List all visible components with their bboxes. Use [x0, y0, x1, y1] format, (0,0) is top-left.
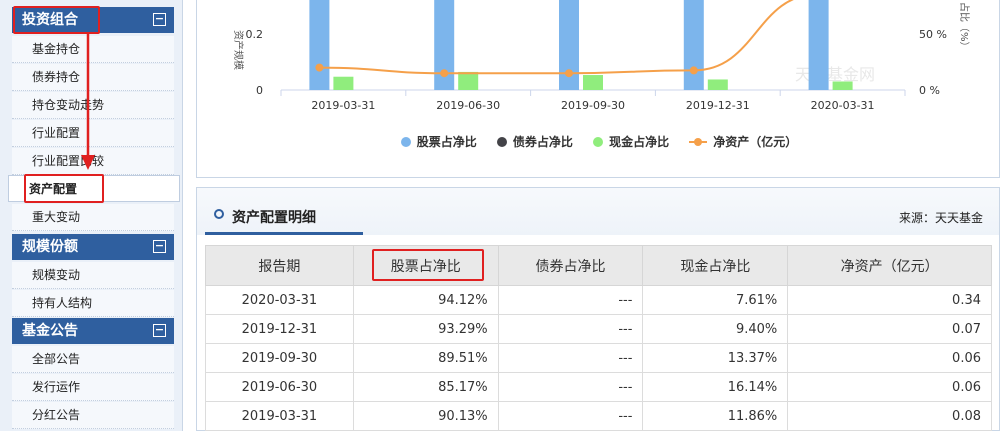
cell-report-date: 2019-06-30 — [205, 372, 354, 402]
left-tick-label: 0 — [256, 84, 263, 97]
table-row: 2019-09-30 89.51% --- 13.37% 0.06 — [205, 343, 992, 373]
legend-label: 现金占净比 — [609, 135, 670, 149]
panel-title: 资产配置明细 — [232, 210, 316, 226]
cell-net-assets: 0.06 — [787, 372, 992, 402]
bar-cash — [333, 76, 354, 90]
cell-report-date: 2019-12-31 — [205, 314, 354, 344]
x-tick-label: 2019-09-30 — [561, 99, 625, 112]
legend-dot-icon — [593, 137, 604, 147]
asset-allocation-detail-panel: 资产配置明细 来源：天天基金 报告期 股票占净比 债券占净比 现金占净比 净资产… — [196, 187, 1000, 431]
cell-cash-ratio: 9.40% — [642, 314, 789, 344]
legend-item-cash[interactable]: 现金占净比 — [593, 133, 669, 150]
table-row: 2019-06-30 85.17% --- 16.14% 0.06 — [205, 372, 992, 402]
annotation-box-stock-ratio — [372, 249, 484, 281]
legend-label: 净资产（亿元） — [713, 135, 798, 149]
cell-cash-ratio: 13.37% — [642, 343, 789, 373]
cell-stock-ratio: 93.29% — [352, 314, 499, 344]
source-label: 来源：天天基金 — [898, 211, 983, 225]
cell-report-date: 2020-03-31 — [205, 285, 354, 315]
cell-bond-ratio: --- — [497, 314, 644, 344]
cell-net-assets: 0.06 — [787, 343, 992, 373]
legend-line-icon — [689, 138, 708, 146]
left-tick-label: 0.2 — [246, 28, 264, 41]
chart-watermark: 天天基金网 — [795, 66, 875, 84]
column-header-cash-ratio[interactable]: 现金占净比 — [642, 245, 789, 286]
x-tick-label: 2019-03-31 — [311, 99, 375, 112]
asset-allocation-chart: 天天基金网 资产规模 占比（%） 0 0.2 0 % 50 % 2019-03-31 2019-… — [232, 0, 971, 112]
legend-item-bond[interactable]: 债券占净比 — [496, 133, 573, 150]
left-axis-title: 资产规模 — [232, 30, 245, 70]
cell-net-assets: 0.34 — [787, 285, 992, 315]
cell-cash-ratio: 16.14% — [642, 372, 789, 402]
cell-bond-ratio: --- — [497, 401, 644, 431]
table-row: 2019-12-31 93.29% --- 9.40% 0.07 — [205, 314, 992, 344]
table-row: 2019-03-31 90.13% --- 11.86% 0.08 — [205, 401, 992, 431]
chart-panel: 天天基金网 资产规模 占比（%） 0 0.2 0 % 50 % 2019-03-31 2019-… — [196, 0, 1000, 178]
x-tick-label: 2020-03-31 — [811, 99, 875, 112]
cell-net-assets: 0.07 — [787, 314, 992, 344]
legend-dot-icon — [400, 137, 411, 147]
cell-net-assets: 0.08 — [787, 401, 992, 431]
asset-allocation-table: 报告期 股票占净比 债券占净比 现金占净比 净资产（亿元） 2020-03-31… — [205, 245, 992, 431]
chart-legend: 股票占净比 债券占净比 现金占净比 净资产（亿元） — [197, 133, 1000, 150]
point-net-assets — [315, 63, 324, 72]
cell-bond-ratio: --- — [497, 285, 644, 315]
cell-stock-ratio: 90.13% — [352, 401, 499, 431]
bar-cash — [832, 81, 853, 90]
cell-cash-ratio: 11.86% — [642, 401, 789, 431]
point-net-assets — [689, 66, 698, 75]
column-header-report-date[interactable]: 报告期 — [205, 245, 354, 286]
bar-stock — [808, 0, 829, 90]
right-tick-label: 50 % — [919, 28, 947, 41]
legend-item-stock[interactable]: 股票占净比 — [400, 133, 477, 150]
bar-stock — [683, 0, 704, 90]
cell-report-date: 2019-03-31 — [205, 401, 354, 431]
cell-cash-ratio: 7.61% — [642, 285, 789, 315]
cell-report-date: 2019-09-30 — [205, 343, 354, 373]
cell-bond-ratio: --- — [497, 343, 644, 373]
bar-cash — [458, 71, 479, 90]
title-underline — [205, 232, 363, 235]
cell-stock-ratio: 89.51% — [352, 343, 499, 373]
annotation-arrow — [81, 34, 95, 170]
bar-stock — [309, 0, 330, 90]
cell-bond-ratio: --- — [497, 372, 644, 402]
right-tick-label: 0 % — [919, 84, 940, 97]
legend-item-net-assets[interactable]: 净资产（亿元） — [689, 133, 797, 150]
legend-label: 股票占净比 — [416, 135, 477, 149]
cell-stock-ratio: 94.12% — [352, 285, 499, 315]
point-net-assets — [565, 69, 573, 78]
bar-cash — [583, 75, 603, 90]
x-tick-label: 2019-06-30 — [436, 99, 500, 112]
legend-dot-icon — [496, 137, 507, 147]
point-net-assets — [440, 69, 449, 78]
cell-stock-ratio: 85.17% — [352, 372, 499, 402]
column-header-bond-ratio[interactable]: 债券占净比 — [497, 245, 644, 286]
table-header-row: 报告期 股票占净比 债券占净比 现金占净比 净资产（亿元） — [205, 245, 992, 286]
title-ring-icon — [214, 209, 224, 219]
table-row: 2020-03-31 94.12% --- 7.61% 0.34 — [205, 285, 992, 315]
column-header-net-assets[interactable]: 净资产（亿元） — [787, 245, 992, 286]
panel-header: 资产配置明细 来源：天天基金 — [197, 188, 999, 235]
x-tick-label: 2019-12-31 — [686, 99, 750, 112]
right-axis-title: 占比（%） — [958, 2, 971, 52]
legend-label: 债券占净比 — [512, 135, 573, 149]
bar-cash — [707, 79, 728, 90]
